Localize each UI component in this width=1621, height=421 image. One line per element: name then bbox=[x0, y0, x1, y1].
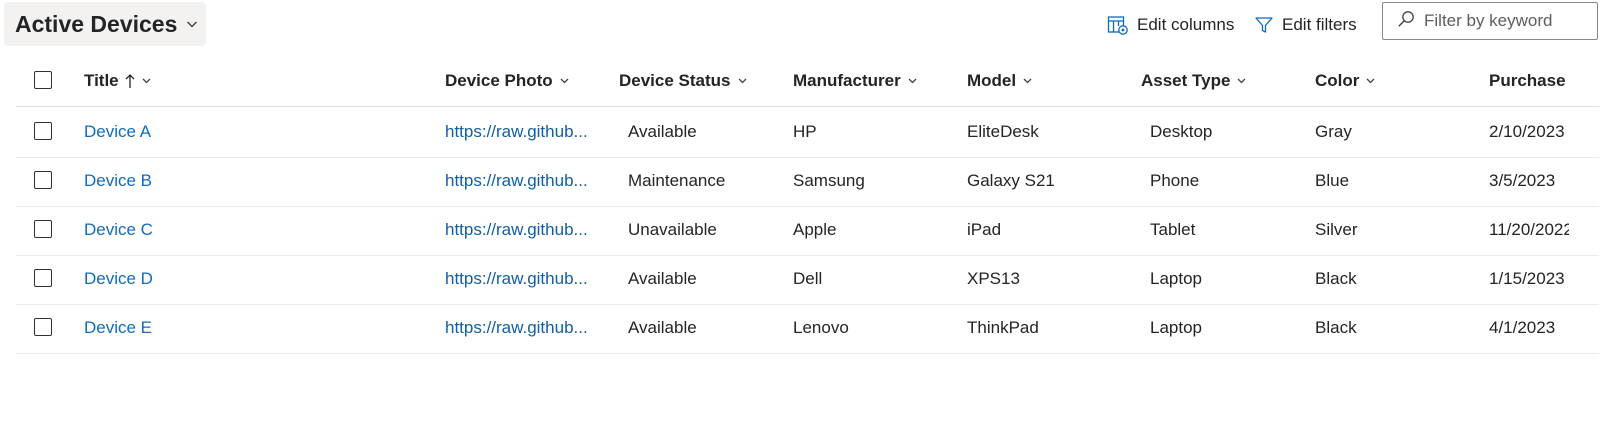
row-checkbox[interactable] bbox=[34, 269, 52, 287]
color-cell: Blue bbox=[1315, 171, 1350, 190]
search-icon bbox=[1397, 10, 1415, 33]
select-all-checkbox[interactable] bbox=[34, 70, 52, 89]
column-header-label: Manufacturer bbox=[793, 70, 901, 90]
column-header-color[interactable]: Color bbox=[1315, 55, 1475, 106]
color-cell: Black bbox=[1315, 269, 1357, 288]
item-title-link[interactable]: Device D bbox=[84, 269, 153, 289]
view-switcher[interactable]: Active Devices bbox=[4, 2, 206, 46]
table-row[interactable]: Device D https://raw.github... Available… bbox=[16, 254, 1599, 305]
column-header-label: Color bbox=[1315, 70, 1360, 90]
device-photo-link[interactable]: https://raw.github... bbox=[445, 122, 588, 142]
color-cell: Black bbox=[1315, 318, 1357, 337]
device-photo-link[interactable]: https://raw.github... bbox=[445, 171, 588, 191]
purchase-cell: 1/15/2023 bbox=[1489, 269, 1565, 288]
column-header-label: Title bbox=[84, 70, 119, 90]
device-photo-link[interactable]: https://raw.github... bbox=[445, 318, 588, 338]
manufacturer-cell: Lenovo bbox=[793, 318, 849, 337]
manufacturer-cell: HP bbox=[793, 122, 817, 141]
column-header-purchase[interactable]: Purchase bbox=[1489, 55, 1569, 106]
column-header-device-status[interactable]: Device Status bbox=[619, 55, 779, 106]
asset-type-cell: Tablet bbox=[1150, 220, 1196, 239]
row-checkbox[interactable] bbox=[34, 220, 52, 238]
chevron-down-icon bbox=[1236, 75, 1247, 86]
chevron-down-icon bbox=[559, 75, 570, 86]
device-status-cell: Unavailable bbox=[628, 220, 717, 239]
model-cell: Galaxy S21 bbox=[967, 171, 1055, 190]
column-header-label: Device Status bbox=[619, 70, 731, 90]
edit-columns-button[interactable]: Edit columns bbox=[1107, 12, 1234, 38]
column-header-label: Asset Type bbox=[1141, 70, 1231, 90]
purchase-cell: 3/5/2023 bbox=[1489, 171, 1556, 190]
keyword-filter-input[interactable] bbox=[1424, 11, 1584, 31]
item-title-link[interactable]: Device C bbox=[84, 220, 153, 240]
keyword-filter-box[interactable] bbox=[1382, 2, 1598, 40]
column-header-label: Device Photo bbox=[445, 70, 553, 90]
asset-type-cell: Desktop bbox=[1150, 122, 1213, 141]
row-checkbox[interactable] bbox=[34, 318, 52, 336]
items-grid: Title Device Photo Device Status Manufac… bbox=[16, 55, 1599, 365]
column-header-asset-type[interactable]: Asset Type bbox=[1141, 55, 1301, 106]
table-row[interactable]: Device A https://raw.github... Available… bbox=[16, 107, 1599, 158]
chevron-down-icon bbox=[141, 75, 152, 86]
chevron-down-icon bbox=[1022, 75, 1033, 86]
chevron-down-icon bbox=[737, 75, 748, 86]
edit-filters-label: Edit filters bbox=[1282, 15, 1357, 34]
column-header-title[interactable]: Title bbox=[84, 55, 414, 106]
asset-type-cell: Laptop bbox=[1150, 318, 1202, 337]
device-status-cell: Available bbox=[628, 318, 697, 337]
item-title-link[interactable]: Device E bbox=[84, 318, 152, 338]
edit-columns-icon bbox=[1107, 15, 1129, 35]
asset-type-cell: Laptop bbox=[1150, 269, 1202, 288]
model-cell: ThinkPad bbox=[967, 318, 1039, 337]
manufacturer-cell: Samsung bbox=[793, 171, 865, 190]
view-title: Active Devices bbox=[15, 10, 178, 37]
purchase-cell: 4/1/2023 bbox=[1489, 318, 1556, 337]
item-title-link[interactable]: Device A bbox=[84, 122, 151, 142]
device-status-cell: Maintenance bbox=[628, 171, 726, 190]
row-checkbox[interactable] bbox=[34, 122, 52, 140]
model-cell: EliteDesk bbox=[967, 122, 1039, 141]
purchase-cell: 2/10/2023 bbox=[1489, 122, 1565, 141]
asset-type-cell: Phone bbox=[1150, 171, 1200, 190]
model-cell: XPS13 bbox=[967, 269, 1020, 288]
column-header-label: Model bbox=[967, 70, 1017, 90]
table-row[interactable]: Device E https://raw.github... Available… bbox=[16, 303, 1599, 354]
device-status-cell: Available bbox=[628, 122, 697, 141]
device-photo-link[interactable]: https://raw.github... bbox=[445, 269, 588, 289]
chevron-down-icon bbox=[907, 75, 918, 86]
filter-icon bbox=[1254, 15, 1274, 35]
column-header-device-photo[interactable]: Device Photo bbox=[445, 55, 605, 106]
purchase-cell: 11/20/2022 bbox=[1489, 220, 1569, 239]
column-header-model[interactable]: Model bbox=[967, 55, 1127, 106]
edit-columns-label: Edit columns bbox=[1137, 15, 1235, 34]
device-photo-link[interactable]: https://raw.github... bbox=[445, 220, 588, 240]
grid-header-row: Title Device Photo Device Status Manufac… bbox=[16, 55, 1599, 107]
device-status-cell: Available bbox=[628, 269, 697, 288]
color-cell: Gray bbox=[1315, 122, 1352, 141]
table-row[interactable]: Device B https://raw.github... Maintenan… bbox=[16, 156, 1599, 207]
item-title-link[interactable]: Device B bbox=[84, 171, 152, 191]
column-header-label: Purchase bbox=[1489, 70, 1566, 90]
chevron-down-icon bbox=[1365, 75, 1376, 86]
list-view-page: Active Devices Edit columns Edit filters bbox=[0, 0, 1621, 421]
row-checkbox[interactable] bbox=[34, 171, 52, 189]
sort-ascending-icon bbox=[125, 73, 135, 89]
manufacturer-cell: Dell bbox=[793, 269, 823, 288]
chevron-down-icon bbox=[185, 17, 199, 31]
manufacturer-cell: Apple bbox=[793, 220, 837, 239]
color-cell: Silver bbox=[1315, 220, 1358, 239]
model-cell: iPad bbox=[967, 220, 1002, 239]
table-row[interactable]: Device C https://raw.github... Unavailab… bbox=[16, 205, 1599, 256]
column-header-manufacturer[interactable]: Manufacturer bbox=[793, 55, 953, 106]
edit-filters-button[interactable]: Edit filters bbox=[1254, 12, 1357, 38]
